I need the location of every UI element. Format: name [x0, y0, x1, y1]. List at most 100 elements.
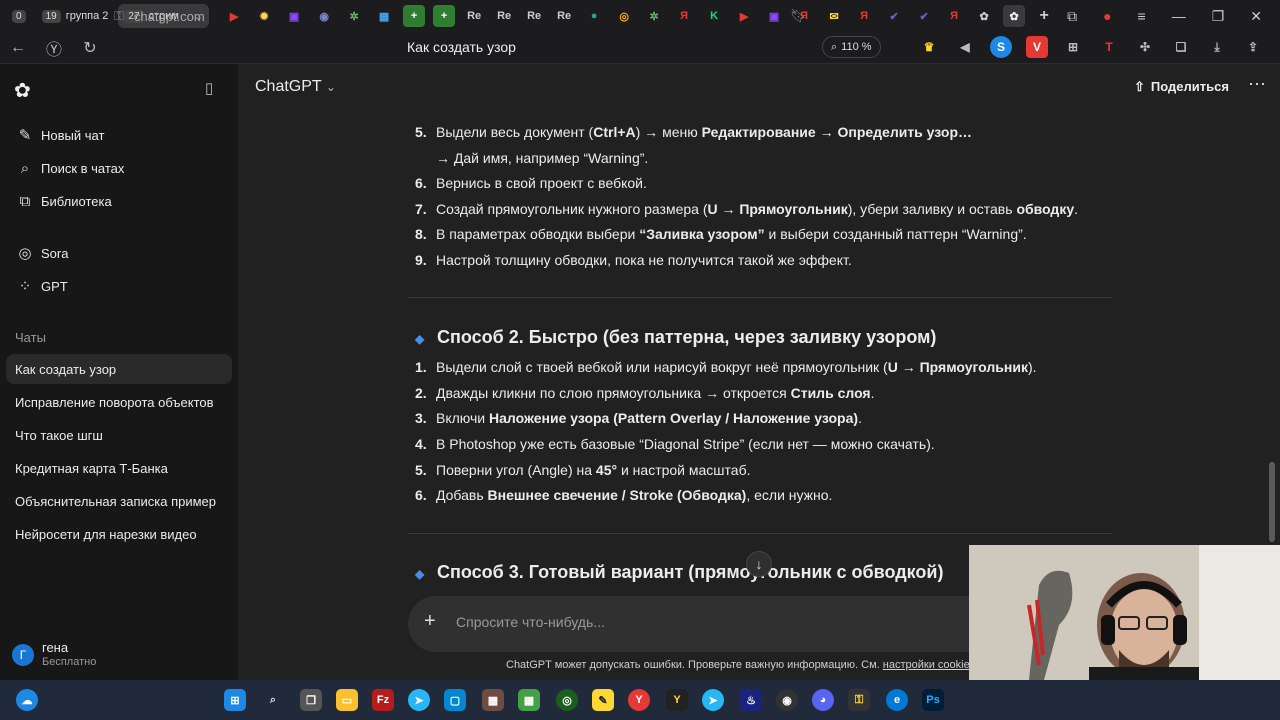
- bookmark-icon[interactable]: 🔖︎: [790, 8, 807, 24]
- chats-section-label: Чаты: [15, 330, 46, 345]
- chat-item[interactable]: Что такое шгш: [6, 420, 232, 450]
- chevron-down-icon: ⌄: [325, 80, 336, 94]
- composer-placeholder[interactable]: Спросите что-нибудь...: [456, 614, 605, 630]
- sidebar-item-new-chat[interactable]: ✎ Новый чат: [6, 120, 232, 150]
- y-app-icon[interactable]: Y: [666, 689, 688, 711]
- zoom-indicator[interactable]: ⌕ 110 %: [822, 36, 881, 58]
- yandex-browser-icon[interactable]: Y: [628, 689, 650, 711]
- list-text: Вернись в свой проект с вебкой.: [436, 175, 647, 191]
- share-icon: ⇧: [1134, 79, 1145, 94]
- share-button[interactable]: ⇧ Поделиться: [1134, 79, 1229, 95]
- windows-start-icon[interactable]: ⊞: [224, 689, 246, 711]
- discord-icon[interactable]: ◕: [812, 689, 834, 711]
- zoom-icon: ⌕: [831, 40, 838, 53]
- menu-icon[interactable]: ≡: [1138, 8, 1146, 24]
- downloads-icon[interactable]: ⤓: [1206, 36, 1228, 58]
- chat-item[interactable]: Кредитная карта Т-Банка: [6, 453, 232, 483]
- restore-icon[interactable]: ❐: [1212, 8, 1225, 25]
- chat-item[interactable]: Объяснительная записка пример: [6, 486, 232, 516]
- reload-icon[interactable]: ↻: [72, 38, 108, 58]
- list-number: 4.: [415, 436, 427, 452]
- translate-icon[interactable]: T: [1098, 36, 1120, 58]
- model-selector[interactable]: ChatGPT ⌄: [255, 78, 336, 96]
- edge-icon[interactable]: e: [886, 689, 908, 711]
- shazam-icon[interactable]: S: [990, 36, 1012, 58]
- volume-icon[interactable]: ◀: [954, 36, 976, 58]
- sidebar-item-label: Новый чат: [41, 127, 105, 143]
- chat-item[interactable]: Исправление поворота объектов: [6, 387, 232, 417]
- composer[interactable]: + Спросите что-нибудь...: [408, 596, 1028, 652]
- chatgpt-active-tab-icon[interactable]: ✿: [1003, 5, 1026, 27]
- url-text: chatgpt.com: [133, 8, 205, 24]
- creeper-icon[interactable]: ▦: [518, 689, 540, 711]
- check-icon[interactable]: ✔: [913, 5, 935, 27]
- photoshop-icon[interactable]: Ps: [922, 689, 944, 711]
- file-explorer-icon[interactable]: ▭: [336, 689, 358, 711]
- notes-icon[interactable]: ✎: [592, 689, 614, 711]
- steam-icon[interactable]: ♨: [740, 689, 762, 711]
- obs-icon[interactable]: ◉: [776, 689, 798, 711]
- minimize-icon[interactable]: —: [1172, 8, 1186, 24]
- xbox-icon[interactable]: ◎: [556, 689, 578, 711]
- scrollbar[interactable]: [1269, 462, 1275, 542]
- share-page-icon[interactable]: ⇪: [1242, 36, 1264, 58]
- gamepad-icon[interactable]: ⊞: [1062, 36, 1084, 58]
- lock-app-icon[interactable]: ⚿: [848, 689, 870, 711]
- tab-group-count: 19: [41, 9, 61, 23]
- sidebar-item-sora[interactable]: ◎ Sora: [6, 238, 232, 268]
- openai-logo-icon[interactable]: ✿: [14, 78, 31, 103]
- yandex-icon[interactable]: Я: [943, 5, 965, 27]
- sidebar-item-search[interactable]: ⌕ Поиск в чатах: [6, 153, 232, 183]
- extensions: ♛ ◀ S V ⊞ T ✣ ❏ ⤓ ⇪: [918, 36, 1264, 58]
- task-view-icon[interactable]: ❐: [300, 689, 322, 711]
- sidebar-toggle-icon[interactable]: ▯: [205, 79, 213, 97]
- chatgpt-tab-icon[interactable]: ✿: [973, 5, 995, 27]
- tab-group-1[interactable]: 19 группа 2: [36, 4, 115, 28]
- bell-icon[interactable]: ●: [1103, 8, 1111, 24]
- attach-plus-icon[interactable]: +: [424, 610, 436, 633]
- scroll-down-button[interactable]: ↓: [746, 551, 772, 577]
- list-item: → Дай имя, например “Warning”.: [408, 150, 648, 166]
- yandex-icon[interactable]: Я: [853, 5, 875, 27]
- search-icon[interactable]: ⌕: [262, 689, 284, 711]
- arrow-down-icon: ↓: [755, 556, 763, 572]
- back-icon[interactable]: ←: [0, 39, 36, 57]
- list-number: 8.: [415, 226, 427, 242]
- telegram-icon[interactable]: ➤: [702, 689, 724, 711]
- tab-group-0[interactable]: 0: [6, 4, 32, 28]
- minecraft-icon[interactable]: ▩: [482, 689, 504, 711]
- collections-icon[interactable]: ❏: [1170, 36, 1192, 58]
- trophy-icon[interactable]: ♛: [918, 36, 940, 58]
- puzzle-icon[interactable]: ✣: [1134, 36, 1156, 58]
- share-label: Поделиться: [1150, 79, 1229, 94]
- list-number: 6.: [415, 175, 427, 191]
- chat-item[interactable]: Как создать узор: [6, 354, 232, 384]
- app-window-icon[interactable]: ▢: [444, 689, 466, 711]
- list-item: 4. В Photoshop уже есть базовые “Diagonal…: [408, 436, 935, 452]
- chat-item[interactable]: Нейросети для нарезки видео: [6, 519, 232, 549]
- sidebar-item-library[interactable]: ⧉ Библиотека: [6, 186, 232, 216]
- check-icon[interactable]: ✔: [883, 5, 905, 27]
- vivaldi-icon[interactable]: V: [1026, 36, 1048, 58]
- divider: [408, 297, 1112, 298]
- more-options-icon[interactable]: ⋯: [1248, 74, 1266, 95]
- yandex-home-icon[interactable]: Ⓨ: [36, 36, 72, 60]
- sidebar-item-gpt[interactable]: ⁘ GPT: [6, 271, 232, 301]
- weather-icon[interactable]: ☁: [16, 689, 38, 711]
- diamond-icon: ◆: [415, 332, 425, 346]
- chat-item-label: Исправление поворота объектов: [15, 394, 214, 410]
- filezilla-icon[interactable]: Fz: [372, 689, 394, 711]
- page-title: Как создать узор: [407, 39, 516, 55]
- new-tab-icon[interactable]: +: [1033, 5, 1055, 27]
- telegram-icon[interactable]: ➤: [408, 689, 430, 711]
- tabs-icon[interactable]: ⧉: [1067, 8, 1077, 25]
- divider: [408, 533, 1112, 534]
- mail-icon[interactable]: ✉: [823, 5, 845, 27]
- model-name: ChatGPT: [255, 78, 322, 95]
- chat-item-label: Кредитная карта Т-Банка: [15, 460, 168, 476]
- list-text: В Photoshop уже есть базовые “Diagonal S…: [436, 436, 935, 452]
- close-icon[interactable]: ✕: [1250, 8, 1262, 25]
- url-field[interactable]: ⚿ chatgpt.com 🔖︎: [114, 4, 814, 28]
- list-text: → Дай имя, например “Warning”.: [436, 150, 649, 166]
- cookie-settings-link[interactable]: настройки cookie: [883, 659, 970, 671]
